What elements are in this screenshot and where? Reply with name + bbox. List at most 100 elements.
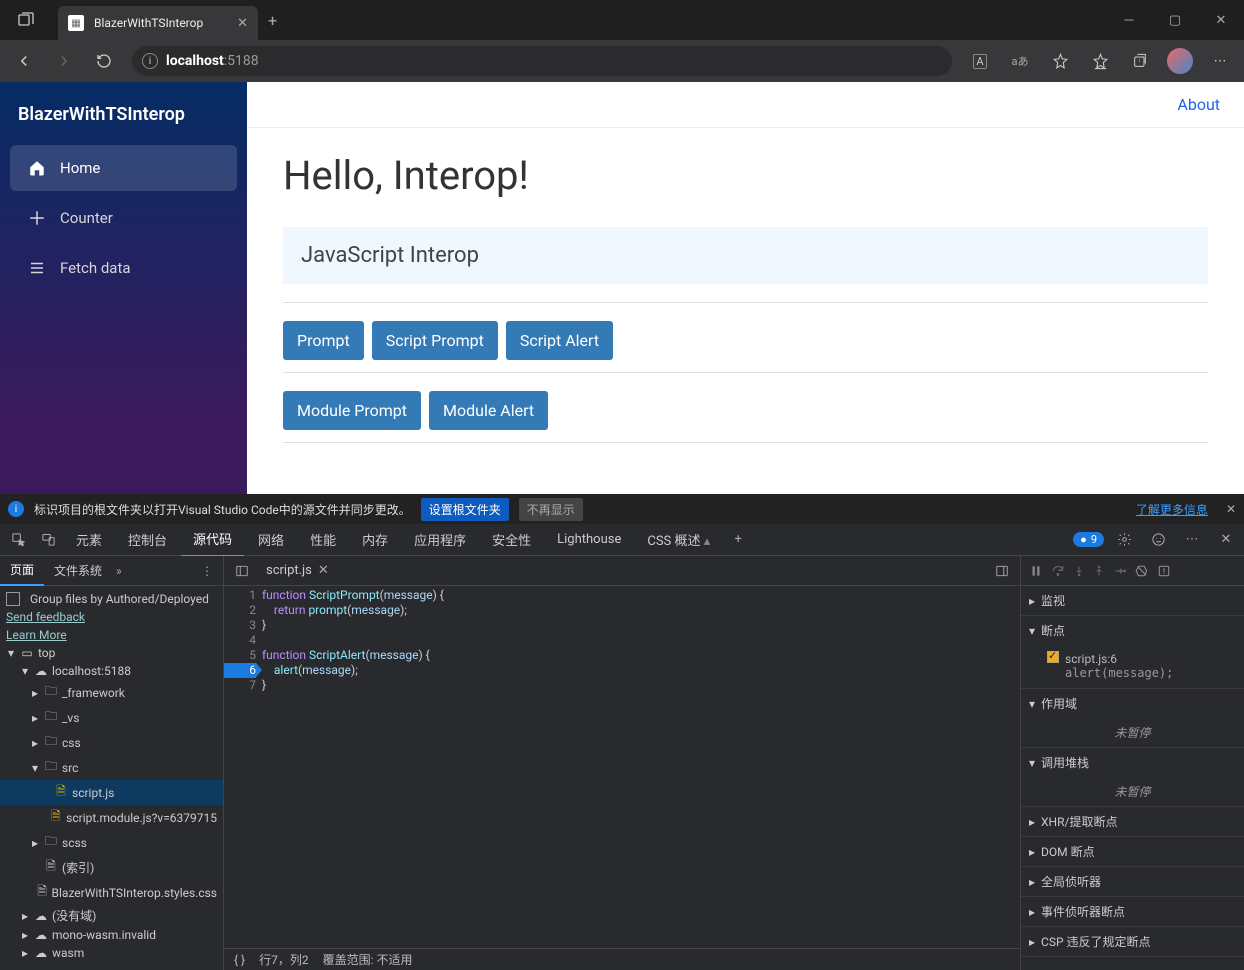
issues-badge[interactable]: ● 9: [1073, 532, 1104, 547]
window-close-icon[interactable]: ✕: [1198, 0, 1244, 40]
pretty-print-icon[interactable]: { }: [234, 953, 245, 967]
device-toggle-icon[interactable]: [34, 526, 62, 554]
toggle-debugger-icon[interactable]: [988, 557, 1016, 585]
tab-performance[interactable]: 性能: [298, 523, 348, 556]
tree-framework[interactable]: ▸🗀_framework: [0, 680, 223, 705]
send-feedback-link[interactable]: Send feedback: [6, 610, 85, 624]
favorites-hub-icon[interactable]: [1082, 45, 1118, 77]
set-root-button[interactable]: 设置根文件夹: [421, 498, 509, 521]
dbg-xhr-header[interactable]: ▸XHR/提取断点: [1021, 807, 1244, 836]
tab-network[interactable]: 网络: [246, 523, 296, 556]
tab-application[interactable]: 应用程序: [402, 523, 478, 556]
fp-menu-icon[interactable]: ⋮: [191, 564, 223, 578]
inspect-icon[interactable]: [4, 526, 32, 554]
step-into-icon[interactable]: [1073, 564, 1085, 578]
refresh-button[interactable]: [86, 45, 122, 77]
dbg-event-header[interactable]: ▸事件侦听器断点: [1021, 897, 1244, 926]
tab-css-overview[interactable]: CSS 概述 ▴: [635, 523, 722, 556]
tree-styles[interactable]: 🗎BlazerWithTSInterop.styles.css: [0, 880, 223, 905]
window-maximize-icon[interactable]: ▢: [1152, 0, 1198, 40]
file-navigator: 页面 文件系统 » ⋮ Group files by Authored/Depl…: [0, 556, 224, 970]
pause-exceptions-icon[interactable]: [1157, 564, 1171, 578]
divider: [283, 372, 1208, 373]
tab-security[interactable]: 安全性: [480, 523, 543, 556]
devtools-more-icon[interactable]: ⋯: [1178, 526, 1206, 554]
devtools-close-icon[interactable]: ✕: [1212, 526, 1240, 554]
fp-tab-page[interactable]: 页面: [0, 555, 44, 586]
step-icon[interactable]: [1113, 564, 1127, 578]
module-prompt-button[interactable]: Module Prompt: [283, 391, 421, 430]
deactivate-breakpoints-icon[interactable]: [1135, 564, 1149, 578]
about-link[interactable]: About: [1177, 95, 1220, 114]
settings-gear-icon[interactable]: [1110, 526, 1138, 554]
dbg-dom-header[interactable]: ▸DOM 断点: [1021, 837, 1244, 866]
dbg-scope-header[interactable]: ▾作用域: [1021, 689, 1244, 718]
tree-scriptmod[interactable]: 🗎script.module.js?v=6379715: [0, 805, 223, 830]
pause-icon[interactable]: [1029, 564, 1043, 578]
collections-icon[interactable]: [1122, 45, 1158, 77]
learn-more-link[interactable]: 了解更多信息: [1136, 501, 1208, 518]
divider: [283, 302, 1208, 303]
tree-index[interactable]: 🗎(索引): [0, 855, 223, 880]
step-out-icon[interactable]: [1093, 564, 1105, 578]
forward-button[interactable]: [46, 45, 82, 77]
module-alert-button[interactable]: Module Alert: [429, 391, 548, 430]
tree-wasm[interactable]: ▸☁wasm: [0, 944, 223, 962]
step-over-icon[interactable]: [1051, 564, 1065, 578]
tree-top[interactable]: ▾▭top: [0, 644, 223, 662]
toggle-navigator-icon[interactable]: [228, 557, 256, 585]
url-input[interactable]: i localhost:5188: [132, 46, 952, 76]
script-prompt-button[interactable]: Script Prompt: [372, 321, 498, 360]
code-editor[interactable]: 1234567 function ScriptPrompt(message) {…: [224, 586, 1020, 948]
dbg-global-header[interactable]: ▸全局侦听器: [1021, 867, 1244, 896]
fp-tab-filesystem[interactable]: 文件系统: [44, 556, 112, 585]
prompt-button[interactable]: Prompt: [283, 321, 364, 360]
feedback-icon[interactable]: [1144, 526, 1172, 554]
sidebar-item-label: Home: [60, 159, 100, 177]
tree-scss[interactable]: ▸🗀scss: [0, 830, 223, 855]
fp-groupby[interactable]: Group files by Authored/Deployed: [0, 590, 223, 608]
tab-lighthouse[interactable]: Lighthouse: [545, 525, 633, 554]
profile-avatar[interactable]: [1162, 45, 1198, 77]
dont-show-button[interactable]: 不再显示: [519, 498, 583, 521]
dbg-watch-header[interactable]: ▸监视: [1021, 586, 1244, 615]
dbg-breakpoints-header[interactable]: ▾断点: [1021, 616, 1244, 645]
site-info-icon[interactable]: i: [142, 53, 158, 69]
tab-close-icon[interactable]: ✕: [237, 16, 248, 31]
favorite-star-icon[interactable]: [1042, 45, 1078, 77]
tab-elements[interactable]: 元素: [64, 523, 114, 556]
dbg-csp-header[interactable]: ▸CSP 违反了规定断点: [1021, 927, 1244, 956]
tab-console[interactable]: 控制台: [116, 523, 179, 556]
add-tab-icon[interactable]: +: [724, 526, 752, 554]
script-alert-button[interactable]: Script Alert: [506, 321, 613, 360]
tab-sources[interactable]: 源代码: [181, 522, 244, 557]
tabs-overview-icon[interactable]: [8, 4, 44, 36]
tree-vs[interactable]: ▸🗀_vs: [0, 705, 223, 730]
tree-mono[interactable]: ▸☁mono-wasm.invalid: [0, 926, 223, 944]
window-minimize-icon[interactable]: ─: [1106, 0, 1152, 40]
tree-nodomain[interactable]: ▸☁(没有域): [0, 905, 223, 926]
tree-scriptjs[interactable]: 🗎script.js: [0, 780, 223, 805]
breakpoint-item[interactable]: script.js:6 alert(message);: [1021, 645, 1244, 688]
sidebar-item-counter[interactable]: Counter: [10, 195, 237, 241]
browser-tab[interactable]: ▦ BlazerWithTSInterop ✕: [58, 6, 258, 40]
fp-more-tabs-icon[interactable]: »: [116, 564, 122, 578]
back-button[interactable]: [6, 45, 42, 77]
plus-icon: [28, 209, 46, 227]
new-tab-button[interactable]: +: [268, 11, 277, 30]
dbg-callstack-header[interactable]: ▾调用堆栈: [1021, 748, 1244, 777]
tree-src[interactable]: ▾🗀src: [0, 755, 223, 780]
infobar-close-icon[interactable]: ✕: [1226, 502, 1236, 516]
code-tab-scriptjs[interactable]: script.js✕: [256, 559, 339, 582]
learn-more-link-2[interactable]: Learn More: [6, 628, 67, 642]
menu-dots-icon[interactable]: ⋯: [1202, 45, 1238, 77]
sidebar-item-home[interactable]: Home: [10, 145, 237, 191]
tab-memory[interactable]: 内存: [350, 523, 400, 556]
close-icon[interactable]: ✕: [318, 563, 329, 578]
tree-host[interactable]: ▾☁localhost:5188: [0, 662, 223, 680]
reading-mode-icon[interactable]: A: [962, 45, 998, 77]
sidebar-item-fetch[interactable]: Fetch data: [10, 245, 237, 291]
translate-icon[interactable]: aあ: [1002, 45, 1038, 77]
tree-css[interactable]: ▸🗀css: [0, 730, 223, 755]
checkbox-icon: [1047, 651, 1059, 663]
